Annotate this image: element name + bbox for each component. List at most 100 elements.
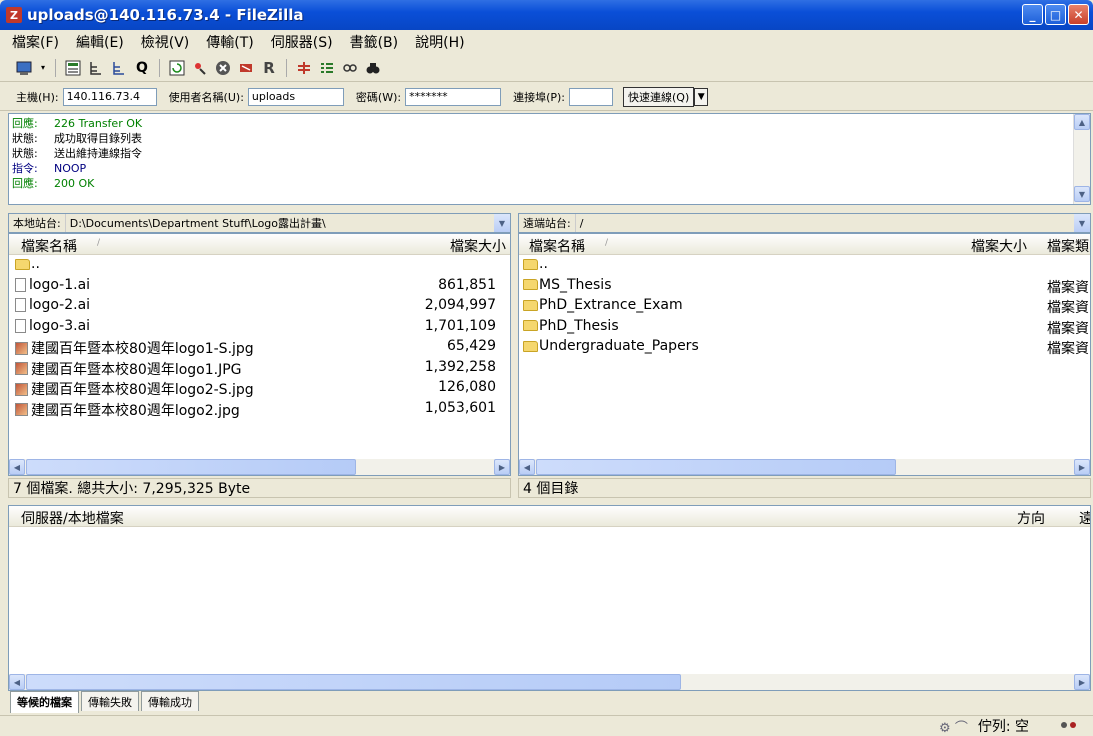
toggle-log-icon[interactable] [64,59,82,77]
toolbar-separator [286,58,287,77]
local-file-row[interactable]: .. [9,255,510,276]
log-line-label: 回應: [12,177,38,190]
scroll-right-icon[interactable]: ▶ [1074,674,1090,690]
remote-file-row[interactable]: Undergraduate_Papers 檔案資 [519,337,1090,358]
remote-col-type[interactable]: 檔案類 [1047,236,1089,256]
scroll-left-icon[interactable]: ◀ [9,459,25,475]
tab-successful-transfers[interactable]: 傳輸成功 [141,691,199,711]
scroll-up-icon[interactable]: ▲ [1074,114,1090,130]
scroll-right-icon[interactable]: ▶ [494,459,510,475]
local-horizontal-scrollbar[interactable]: ◀ ▶ [9,459,510,475]
file-icon [15,277,26,292]
password-input[interactable] [405,87,502,106]
menu-edit[interactable]: 編輯(E) [76,32,124,52]
log-line-text: 送出維持連線指令 [54,147,142,160]
process-queue-icon[interactable] [191,59,209,77]
menu-view[interactable]: 檢視(V) [141,32,190,52]
folder-icon [15,258,30,270]
remote-path-input[interactable]: / [576,217,1074,230]
toggle-queue-icon[interactable]: Q [133,59,151,77]
local-col-name[interactable]: 檔案名稱 [21,236,77,256]
menu-bookmarks[interactable]: 書籤(B) [350,32,399,52]
search-icon[interactable] [364,59,382,77]
menu-file[interactable]: 檔案(F) [12,32,59,52]
remote-file-row[interactable]: PhD_Thesis 檔案資 [519,317,1090,338]
scroll-left-icon[interactable]: ◀ [9,674,25,690]
reconnect-icon[interactable]: R [260,59,278,77]
remote-col-name[interactable]: 檔案名稱 [529,236,585,256]
local-path-input[interactable]: D:\Documents\Department Stuff\Logo露出計畫\ [66,215,494,231]
local-site-label: 本地站台: [9,214,66,232]
scroll-thumb[interactable] [26,459,356,475]
queue-col-remote[interactable]: 遠 [1079,508,1090,528]
file-name-cell: .. [523,256,548,272]
remote-file-list[interactable]: 檔案名稱 / 檔案大小 檔案類 .. MS_Thesis 檔案資 PhD_Extran… [518,233,1091,476]
queue-horizontal-scrollbar[interactable]: ◀ ▶ [9,674,1090,690]
username-input[interactable] [247,87,344,106]
remote-horizontal-scrollbar[interactable]: ◀ ▶ [519,459,1090,475]
remote-file-row[interactable]: PhD_Extrance_Exam 檔案資 [519,296,1090,317]
queue-tabs: 等候的檔案 傳輸失敗 傳輸成功 [10,691,201,713]
menu-server[interactable]: 伺服器(S) [271,32,333,52]
queue-col-file[interactable]: 伺服器/本地檔案 [21,508,124,528]
toggle-remote-tree-icon[interactable] [110,59,128,77]
menu-transfer[interactable]: 傳輸(T) [206,32,253,52]
local-col-size[interactable]: 檔案大小 [450,236,506,256]
quickconnect-dropdown-icon[interactable]: ▼ [694,87,709,106]
scroll-left-icon[interactable]: ◀ [519,459,535,475]
local-file-list[interactable]: 檔案名稱 / 檔案大小 .. logo-1.ai 861,851 logo-2.ai 2… [8,233,511,476]
log-line-text: 200 OK [54,177,95,190]
filter-icon[interactable] [318,59,336,77]
local-file-row[interactable]: logo-1.ai 861,851 [9,276,510,297]
scroll-right-icon[interactable]: ▶ [1074,459,1090,475]
local-file-row[interactable]: 建國百年暨本校80週年logo2-S.jpg 126,080 [9,378,510,399]
port-label: 連接埠(P): [513,90,566,104]
username-label: 使用者名稱(U): [168,90,244,104]
transfer-queue[interactable]: 伺服器/本地檔案 方向 遠 ◀ ▶ [8,505,1091,691]
compare-icon[interactable] [295,59,313,77]
message-log[interactable]: 回應: 226 Transfer OK 狀態: 成功取得目錄列表 狀態: 送出維持連線指令… [8,113,1091,205]
file-type: 檔案資 [1047,341,1089,357]
cancel-icon[interactable] [214,59,232,77]
local-file-row[interactable]: logo-3.ai 1,701,109 [9,317,510,338]
local-path-dropdown-icon[interactable]: ▼ [494,214,510,232]
log-vertical-scrollbar[interactable]: ▲ ▼ [1073,114,1090,204]
remote-file-row[interactable]: .. [519,255,1090,276]
file-type: 檔案資 [1047,320,1089,337]
speed-limit-icon[interactable]: ⚙︎ ⌒ [939,717,968,736]
remote-col-size[interactable]: 檔案大小 [971,236,1027,256]
file-name: PhD_Extrance_Exam [539,297,683,313]
scroll-thumb[interactable] [26,674,681,690]
tab-queued-files[interactable]: 等候的檔案 [10,691,79,713]
local-file-row[interactable]: 建國百年暨本校80週年logo1-S.jpg 65,429 [9,337,510,358]
file-name-cell: .. [15,256,40,272]
minimize-button[interactable]: _ [1022,4,1043,25]
disconnect-icon[interactable] [237,59,255,77]
image-icon [15,382,28,396]
local-file-row[interactable]: 建國百年暨本校80週年logo1.JPG 1,392,258 [9,358,510,379]
queue-column-header: 伺服器/本地檔案 方向 遠 [9,506,1090,527]
site-manager-icon[interactable] [16,59,34,77]
folder-icon [523,279,538,290]
sync-browse-icon[interactable] [341,59,359,77]
local-file-row[interactable]: logo-2.ai 2,094,997 [9,296,510,317]
log-line-label: 狀態: [12,147,38,160]
host-input[interactable] [62,87,157,106]
refresh-icon[interactable] [168,59,186,77]
maximize-button[interactable]: □ [1045,4,1066,25]
toggle-local-tree-icon[interactable] [87,59,105,77]
close-button[interactable]: ✕ [1068,4,1089,25]
remote-path-dropdown-icon[interactable]: ▼ [1074,214,1090,232]
tab-failed-transfers[interactable]: 傳輸失敗 [81,691,139,711]
quickconnect-button[interactable]: 快速連線(Q) [623,86,695,107]
local-file-row[interactable]: 建國百年暨本校80週年logo2.jpg 1,053,601 [9,399,510,420]
file-name: MS_Thesis [539,276,612,293]
scroll-thumb[interactable] [536,459,896,475]
menu-help[interactable]: 說明(H) [415,32,464,52]
scroll-down-icon[interactable]: ▼ [1074,186,1090,202]
port-input[interactable] [569,87,614,106]
remote-file-row[interactable]: MS_Thesis 檔案資 [519,276,1090,297]
queue-col-direction[interactable]: 方向 [1017,508,1045,528]
dropdown-arrow-icon[interactable]: ▾ [39,59,47,77]
log-line-label: 回應: [12,117,38,130]
